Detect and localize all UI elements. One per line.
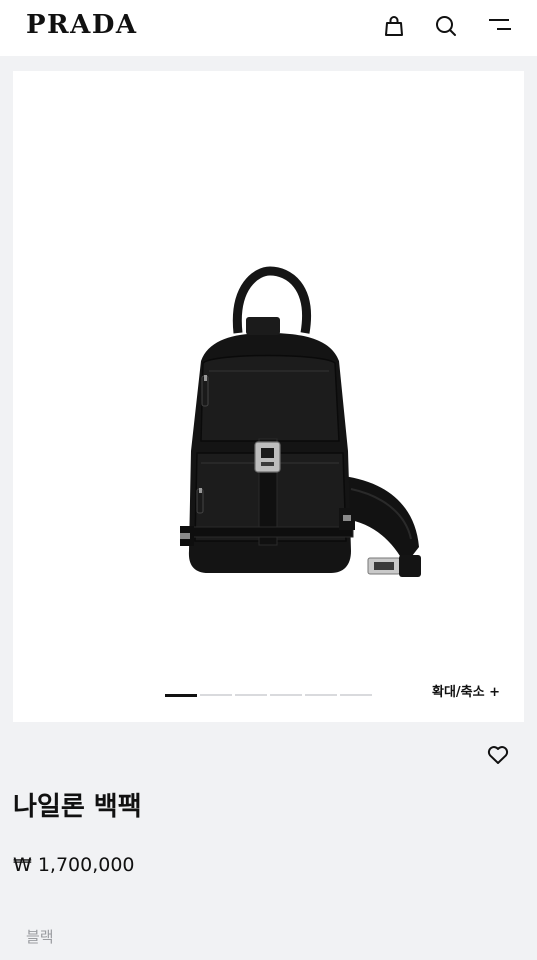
slide-dot[interactable] [305,694,337,696]
slide-dot[interactable] [270,694,302,696]
slide-dot[interactable] [340,694,372,696]
heart-icon[interactable] [485,742,511,768]
search-icon[interactable] [433,13,459,39]
menu-icon[interactable] [487,13,513,39]
top-header: PRADA [0,0,537,56]
slide-dot[interactable] [165,693,197,697]
product-gallery[interactable]: 확대/축소 + [13,71,524,722]
product-image [180,266,421,577]
prada-logo[interactable]: PRADA [26,10,138,40]
slide-indicator[interactable] [165,693,375,697]
product-price: ₩ 1,700,000 [13,854,135,876]
product-title: 나일론 백팩 [13,792,142,822]
bag-icon[interactable] [381,13,407,39]
slide-dot[interactable] [200,694,232,696]
product-color[interactable]: 블랙 [26,926,54,947]
zoom-button[interactable]: 확대/축소 + [432,681,500,700]
slide-dot[interactable] [235,694,267,696]
